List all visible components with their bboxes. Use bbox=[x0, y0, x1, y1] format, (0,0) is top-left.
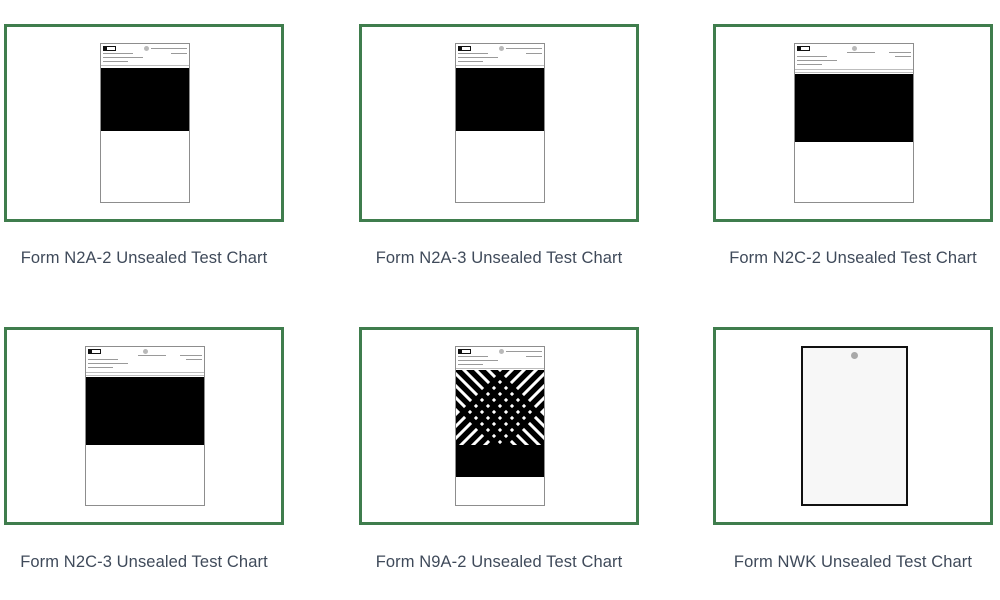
product-card-n2a-2[interactable] bbox=[4, 24, 284, 222]
test-chart-thumbnail bbox=[455, 346, 545, 506]
product-title-link[interactable]: Form N2C-2 Unsealed Test Chart bbox=[703, 249, 1000, 268]
logo-icon bbox=[458, 349, 471, 354]
hole-punch-icon bbox=[851, 352, 858, 359]
test-chart-thumbnail bbox=[794, 43, 914, 203]
logo-icon bbox=[797, 46, 810, 51]
logo-icon bbox=[458, 46, 471, 51]
product-card-n9a-2[interactable] bbox=[359, 327, 639, 525]
black-test-block bbox=[86, 377, 204, 445]
test-chart-thumbnail bbox=[455, 43, 545, 203]
test-chart-thumbnail bbox=[85, 346, 205, 506]
black-test-block bbox=[795, 74, 913, 142]
product-card-n2c-2[interactable] bbox=[713, 24, 993, 222]
product-title-link[interactable]: Form N2C-3 Unsealed Test Chart bbox=[0, 553, 294, 572]
hole-punch-icon bbox=[143, 349, 148, 354]
black-test-block bbox=[101, 68, 189, 131]
product-card-n2c-3[interactable] bbox=[4, 327, 284, 525]
blank-test-card-thumbnail bbox=[801, 346, 908, 506]
test-chart-thumbnail bbox=[100, 43, 190, 203]
product-card-nwk[interactable] bbox=[713, 327, 993, 525]
product-grid: Form N2A-2 Unsealed Test Chart Form N2A-… bbox=[0, 0, 1000, 600]
black-test-block bbox=[456, 445, 544, 477]
chevron-pattern bbox=[456, 370, 544, 445]
hole-punch-icon bbox=[499, 349, 504, 354]
black-test-block bbox=[456, 68, 544, 131]
product-title-link[interactable]: Form N2A-2 Unsealed Test Chart bbox=[0, 249, 294, 268]
logo-icon bbox=[88, 349, 101, 354]
product-card-n2a-3[interactable] bbox=[359, 24, 639, 222]
hole-punch-icon bbox=[852, 46, 857, 51]
hole-punch-icon bbox=[499, 46, 504, 51]
hole-punch-icon bbox=[144, 46, 149, 51]
product-title-link[interactable]: Form N2A-3 Unsealed Test Chart bbox=[349, 249, 649, 268]
logo-icon bbox=[103, 46, 116, 51]
product-title-link[interactable]: Form NWK Unsealed Test Chart bbox=[703, 553, 1000, 572]
product-title-link[interactable]: Form N9A-2 Unsealed Test Chart bbox=[349, 553, 649, 572]
